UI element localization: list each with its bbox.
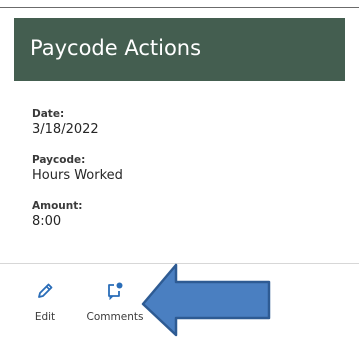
date-label: Date: <box>32 108 65 120</box>
screenshot-frame: Paycode Actions Date: 3/18/2022 Paycode:… <box>0 0 359 349</box>
edit-label: Edit <box>34 311 56 323</box>
amount-field: Amount: 8:00 <box>32 200 82 230</box>
pencil-icon <box>38 283 53 298</box>
pointer-arrow-annotation <box>141 263 271 337</box>
amount-value: 8:00 <box>32 214 62 229</box>
comment-add-icon <box>108 282 123 300</box>
panel-header: Paycode Actions <box>14 18 345 81</box>
date-value: 3/18/2022 <box>32 122 99 137</box>
comments-label: Comments <box>86 311 144 323</box>
date-field: Date: 3/18/2022 <box>32 108 99 138</box>
comments-button[interactable]: Comments <box>84 282 146 323</box>
paycode-value: Hours Worked <box>32 168 123 183</box>
panel-title: Paycode Actions <box>30 35 202 60</box>
edit-button[interactable]: Edit <box>28 282 62 323</box>
paycode-label: Paycode: <box>32 154 86 166</box>
paycode-field: Paycode: Hours Worked <box>32 154 123 184</box>
amount-label: Amount: <box>32 200 83 212</box>
